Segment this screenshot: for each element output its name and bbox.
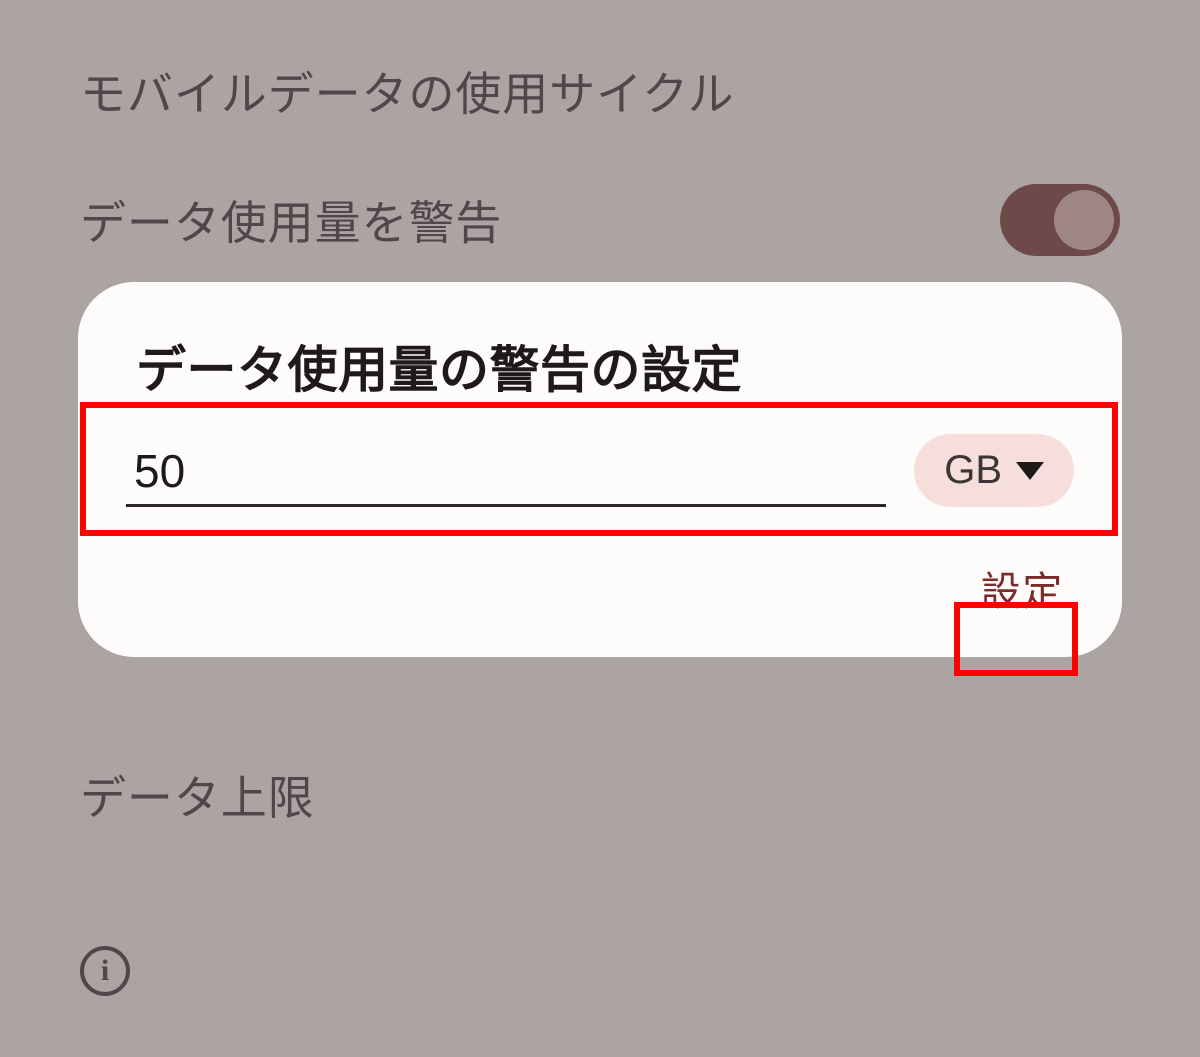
confirm-button[interactable]: 設定 xyxy=(971,551,1074,625)
data-warning-dialog: データ使用量の警告の設定 GB 設定 xyxy=(78,282,1122,657)
dialog-input-row: GB xyxy=(118,424,1082,517)
unit-select[interactable]: GB xyxy=(914,434,1074,507)
unit-label: GB xyxy=(944,448,1002,493)
data-warning-value-input[interactable] xyxy=(126,434,886,507)
dialog-title: データ使用量の警告の設定 xyxy=(118,330,1082,402)
chevron-down-icon xyxy=(1016,462,1044,480)
dialog-actions: 設定 xyxy=(118,517,1082,625)
